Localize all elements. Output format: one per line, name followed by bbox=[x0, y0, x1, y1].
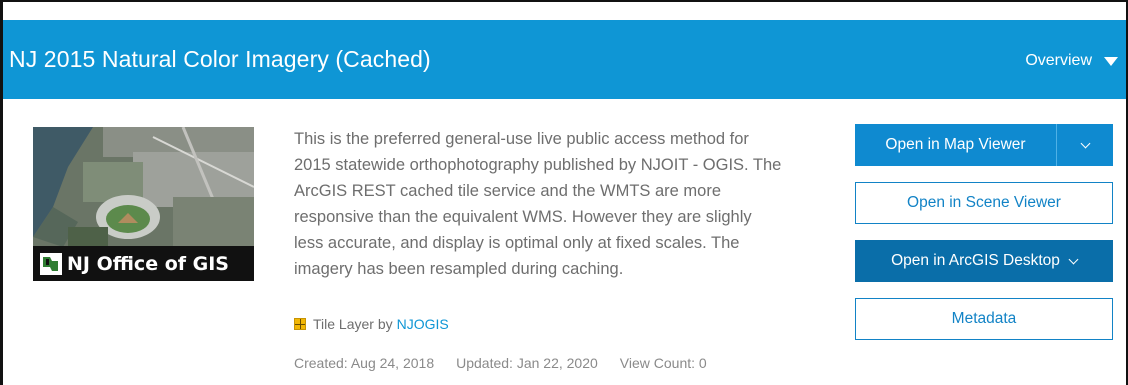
map-viewer-dropdown-button[interactable] bbox=[1057, 124, 1113, 166]
overview-dropdown[interactable]: Overview bbox=[1025, 52, 1118, 70]
open-in-map-viewer-split-button: Open in Map Viewer bbox=[855, 124, 1113, 166]
metadata-button[interactable]: Metadata bbox=[855, 298, 1113, 340]
item-thumbnail[interactable]: NJ Office of GIS bbox=[33, 127, 254, 281]
thumbnail-caption-text: NJ Office of GIS bbox=[67, 252, 229, 275]
updated-date: Updated: Jan 22, 2020 bbox=[456, 355, 598, 371]
open-in-map-viewer-button[interactable]: Open in Map Viewer bbox=[855, 124, 1057, 166]
item-description: This is the preferred general-use live p… bbox=[294, 130, 782, 278]
item-header: NJ 2015 Natural Color Imagery (Cached) O… bbox=[3, 20, 1126, 99]
owner-link[interactable]: NJOGIS bbox=[397, 316, 449, 332]
nj-logo-icon bbox=[40, 252, 62, 275]
item-dates: Created: Aug 24, 2018 Updated: Jan 22, 2… bbox=[294, 355, 707, 371]
overview-label: Overview bbox=[1025, 52, 1092, 69]
thumbnail-caption: NJ Office of GIS bbox=[33, 246, 254, 281]
tile-layer-icon bbox=[294, 318, 306, 330]
page-title: NJ 2015 Natural Color Imagery (Cached) bbox=[9, 46, 431, 72]
item-type-row: Tile Layer by NJOGIS bbox=[294, 316, 449, 332]
open-in-arcgis-desktop-label: Open in ArcGIS Desktop bbox=[891, 252, 1060, 269]
view-count: View Count: 0 bbox=[619, 355, 707, 371]
open-in-scene-viewer-button[interactable]: Open in Scene Viewer bbox=[855, 182, 1113, 224]
chevron-down-icon bbox=[1068, 254, 1079, 264]
caret-down-icon bbox=[1104, 56, 1118, 66]
chevron-down-icon bbox=[1080, 138, 1090, 148]
open-in-arcgis-desktop-button[interactable]: Open in ArcGIS Desktop bbox=[855, 240, 1113, 282]
created-date: Created: Aug 24, 2018 bbox=[294, 355, 435, 371]
item-type-label: Tile Layer by bbox=[313, 316, 393, 332]
